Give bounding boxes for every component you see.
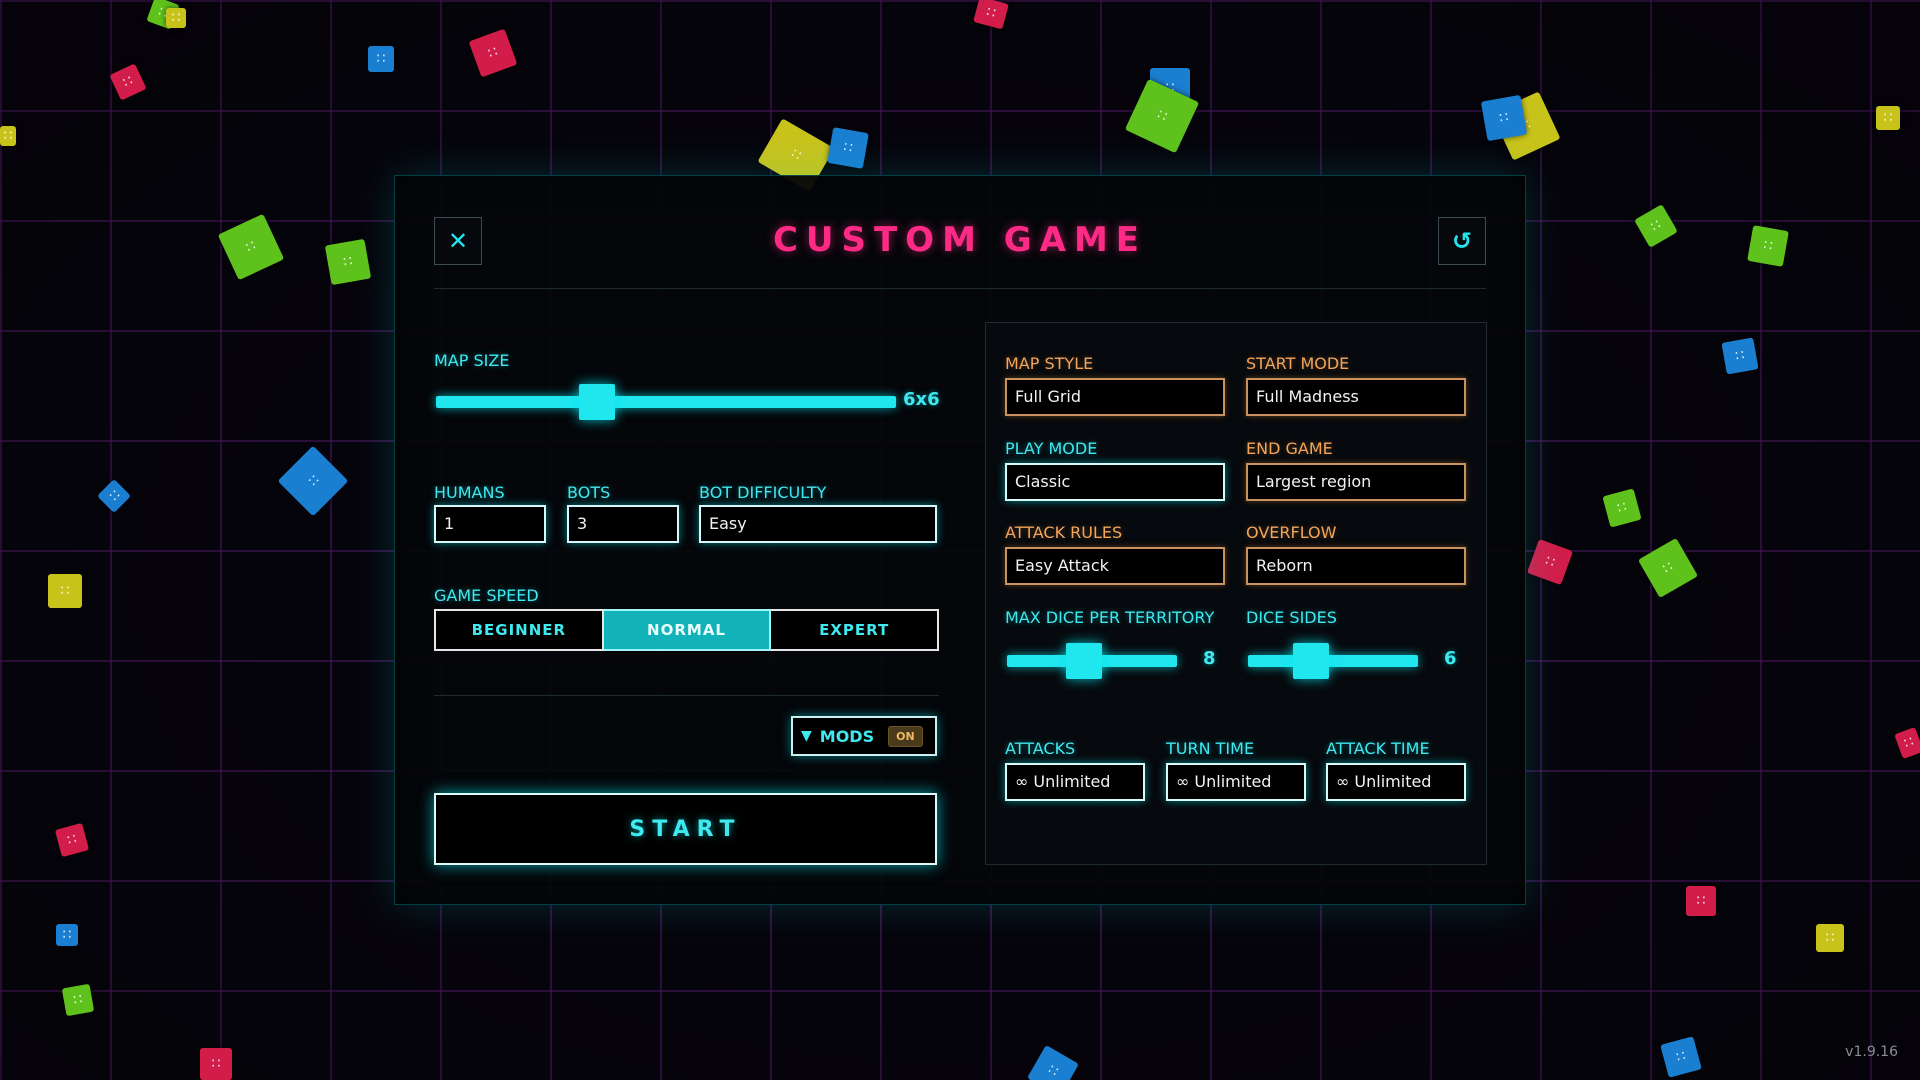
speed-beginner-button[interactable]: BEGINNER <box>434 609 604 651</box>
die-decoration <box>56 924 78 946</box>
die-decoration <box>1124 78 1200 154</box>
triangle-down-icon: ▼ <box>801 728 812 744</box>
game-speed-label: GAME SPEED <box>434 586 539 605</box>
bots-field[interactable]: 3 <box>567 505 679 543</box>
map-size-value: 6x6 <box>903 389 940 410</box>
play-mode-select[interactable]: Classic <box>1005 463 1225 501</box>
dice-sides-value: 6 <box>1444 648 1457 669</box>
end-game-label: END GAME <box>1246 439 1333 458</box>
map-size-label: MAP SIZE <box>434 351 510 370</box>
custom-game-panel: ✕ CUSTOM GAME ↺ MAP SIZE 6x6 HUMANS 1 BO… <box>394 175 1526 905</box>
game-speed-selector: BEGINNER NORMAL EXPERT <box>434 609 940 651</box>
die-decoration <box>1721 337 1759 375</box>
attack-time-label: ATTACK TIME <box>1326 739 1430 758</box>
die-decoration <box>1747 225 1789 267</box>
die-decoration <box>0 126 16 146</box>
die-decoration <box>1480 94 1528 142</box>
speed-normal-button[interactable]: NORMAL <box>603 609 772 651</box>
overflow-select[interactable]: Reborn <box>1246 547 1466 585</box>
die-decoration <box>54 822 90 858</box>
die-decoration <box>1491 91 1561 161</box>
dice-sides-slider-handle[interactable] <box>1292 643 1329 679</box>
die-decoration <box>1634 204 1678 248</box>
turn-time-label: TURN TIME <box>1166 739 1255 758</box>
mods-label: MODS <box>819 726 875 746</box>
die-decoration <box>61 983 95 1017</box>
start-button[interactable]: START <box>434 793 937 865</box>
die-decoration <box>97 479 131 513</box>
die-decoration <box>973 0 1009 30</box>
bots-label: BOTS <box>567 483 611 502</box>
speed-expert-button[interactable]: EXPERT <box>771 609 940 651</box>
left-divider <box>434 695 939 696</box>
start-mode-label: START MODE <box>1246 354 1350 373</box>
attacks-label: ATTACKS <box>1005 739 1076 758</box>
die-decoration <box>277 445 349 517</box>
max-dice-slider-handle[interactable] <box>1065 643 1102 679</box>
die-decoration <box>1637 537 1699 599</box>
attack-rules-label: ATTACK RULES <box>1005 523 1123 542</box>
die-decoration <box>146 0 180 30</box>
die-decoration <box>1686 886 1716 916</box>
map-style-select[interactable]: Full Grid <box>1005 378 1225 416</box>
die-decoration <box>1660 1036 1702 1078</box>
die-decoration <box>1876 106 1900 130</box>
die-decoration <box>368 46 394 72</box>
end-game-select[interactable]: Largest region <box>1246 463 1466 501</box>
reset-icon: ↺ <box>1451 227 1473 255</box>
attack-time-select[interactable]: ∞ Unlimited <box>1326 763 1466 801</box>
play-mode-label: PLAY MODE <box>1005 439 1098 458</box>
die-decoration <box>200 1048 232 1080</box>
attacks-select[interactable]: ∞ Unlimited <box>1005 763 1145 801</box>
max-dice-value: 8 <box>1203 648 1216 669</box>
attack-rules-select[interactable]: Easy Attack <box>1005 547 1225 585</box>
reset-button[interactable]: ↺ <box>1438 217 1486 265</box>
die-decoration <box>1894 727 1920 759</box>
die-decoration <box>109 63 147 101</box>
mods-toggle-button[interactable]: ▼ MODS ON <box>791 716 937 756</box>
page-title: CUSTOM GAME <box>772 220 1148 260</box>
dice-sides-slider-track[interactable] <box>1248 655 1418 667</box>
version-label: v1.9.16 <box>1845 1044 1898 1060</box>
die-decoration <box>827 127 869 169</box>
bot-difficulty-label: BOT DIFFICULTY <box>699 483 827 502</box>
die-decoration <box>1526 538 1574 586</box>
die-decoration <box>1027 1045 1079 1080</box>
die-decoration <box>468 28 518 78</box>
mods-status-badge: ON <box>888 725 923 747</box>
die-decoration <box>324 238 372 286</box>
humans-label: HUMANS <box>434 483 505 502</box>
die-decoration <box>1816 924 1844 952</box>
map-style-label: MAP STYLE <box>1005 354 1094 373</box>
turn-time-select[interactable]: ∞ Unlimited <box>1166 763 1306 801</box>
humans-field[interactable]: 1 <box>434 505 546 543</box>
die-decoration <box>1150 68 1190 108</box>
map-size-slider-handle[interactable] <box>579 384 615 420</box>
start-mode-select[interactable]: Full Madness <box>1246 378 1466 416</box>
die-decoration <box>166 8 186 28</box>
header-divider <box>434 288 1486 289</box>
map-size-slider-track[interactable] <box>436 396 896 408</box>
dice-sides-label: DICE SIDES <box>1246 608 1337 627</box>
die-decoration <box>1602 488 1642 528</box>
max-dice-label: MAX DICE PER TERRITORY <box>1005 608 1215 627</box>
bot-difficulty-select[interactable]: Easy <box>699 505 937 543</box>
die-decoration <box>217 213 285 281</box>
die-decoration <box>48 574 82 608</box>
overflow-label: OVERFLOW <box>1246 523 1337 542</box>
